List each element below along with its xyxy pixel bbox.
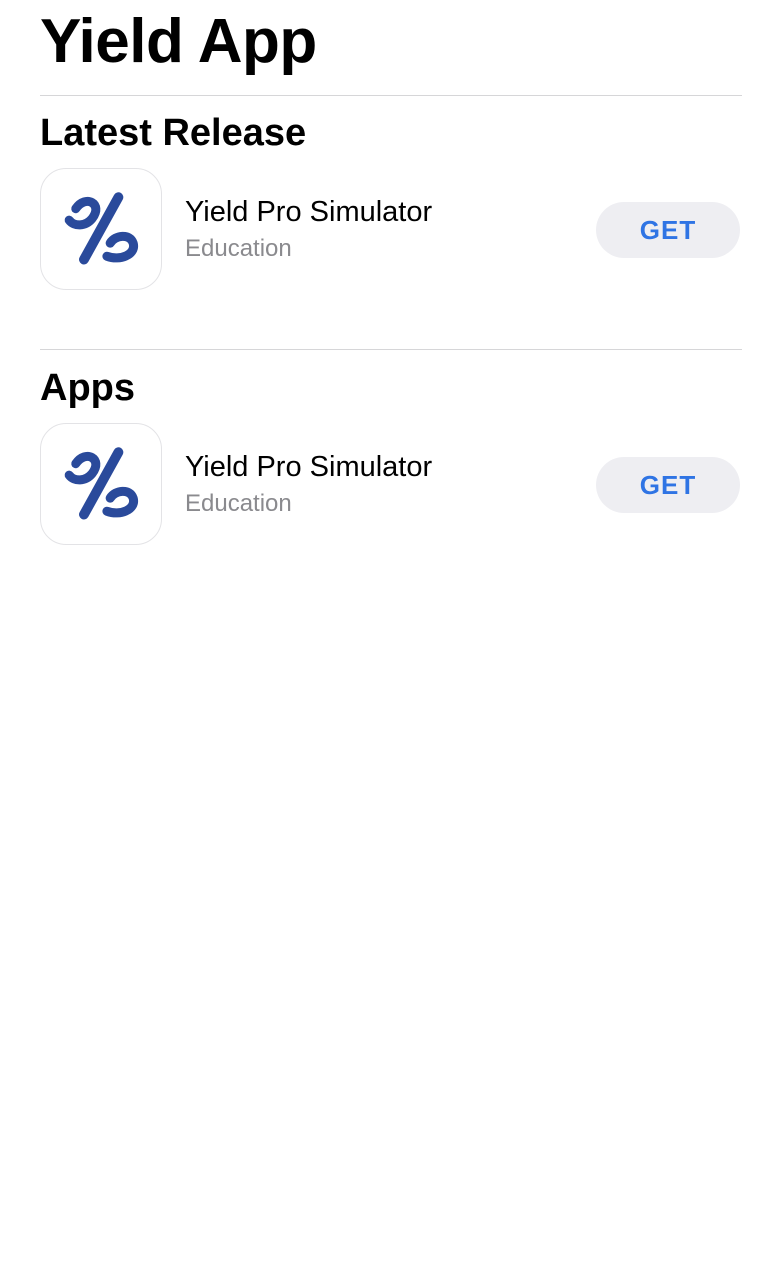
divider	[40, 349, 742, 350]
section-title-apps: Apps	[40, 367, 135, 409]
page-title: Yield App	[40, 7, 317, 76]
yield-logo-icon	[64, 192, 139, 265]
get-button[interactable]: GET	[596, 202, 740, 258]
app-category: Education	[185, 490, 292, 517]
developer-page: Yield App Latest Release Yield Pro Simul…	[0, 0, 782, 1280]
yield-logo-icon	[64, 447, 139, 520]
app-category: Education	[185, 235, 292, 262]
app-row-apps[interactable]: Yield Pro Simulator Education GET	[40, 423, 742, 547]
divider	[40, 95, 742, 96]
app-icon[interactable]	[40, 423, 162, 545]
app-name[interactable]: Yield Pro Simulator	[185, 449, 432, 485]
get-button[interactable]: GET	[596, 457, 740, 513]
section-title-latest-release: Latest Release	[40, 112, 307, 154]
app-name[interactable]: Yield Pro Simulator	[185, 194, 432, 230]
app-row-latest-release[interactable]: Yield Pro Simulator Education GET	[40, 168, 742, 292]
app-icon[interactable]	[40, 168, 162, 290]
